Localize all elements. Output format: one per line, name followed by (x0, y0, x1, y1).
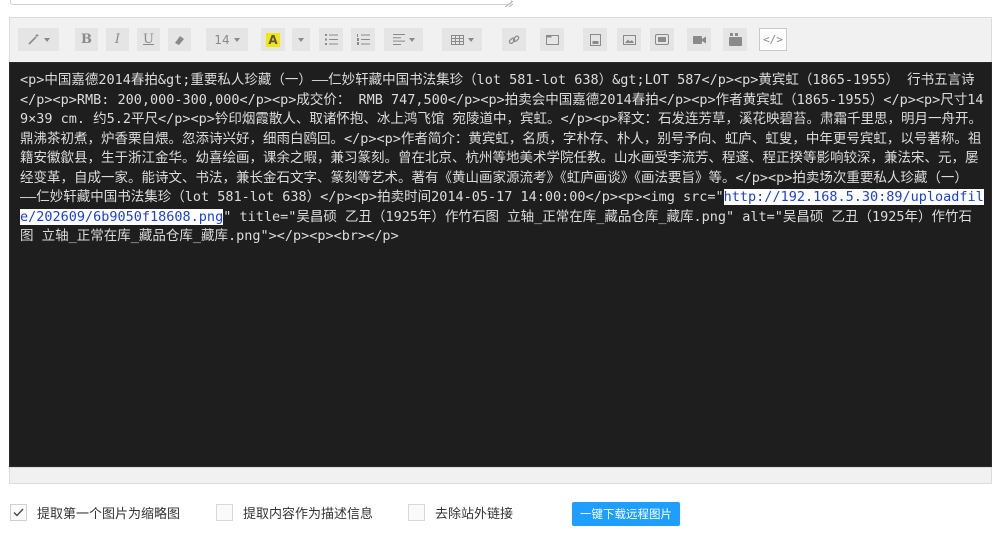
video-icon (692, 35, 706, 44)
media-icon (728, 33, 742, 46)
option-first-image-thumbnail[interactable]: 提取第一个图片为缩略图 (10, 503, 180, 522)
checkbox-checked[interactable] (10, 504, 27, 521)
italic-button[interactable]: I (106, 28, 129, 51)
font-color-button[interactable]: A (261, 28, 285, 51)
gallery-button[interactable] (650, 28, 674, 51)
eraser-icon (175, 35, 184, 45)
frame-button[interactable] (540, 28, 564, 51)
magic-wand-icon (28, 34, 39, 45)
clear-format-button[interactable] (18, 28, 59, 51)
font-color-menu-button[interactable] (292, 28, 310, 51)
chevron-down-icon (44, 37, 50, 42)
bullet-list-icon (324, 34, 338, 45)
media-button[interactable] (723, 28, 747, 51)
bullet-list-button[interactable] (319, 28, 343, 51)
chevron-down-icon (408, 37, 415, 42)
image-icon (622, 34, 636, 45)
bold-button[interactable]: B (75, 28, 98, 51)
editor-toolbar: B I U 14 A </> (9, 17, 992, 62)
align-icon (392, 34, 405, 45)
chevron-down-icon (298, 37, 304, 42)
link-button[interactable] (502, 28, 526, 51)
source-code-button[interactable]: </> (759, 28, 787, 51)
image-button[interactable] (617, 28, 641, 51)
option-label: 提取内容作为描述信息 (243, 507, 374, 522)
option-label: 提取第一个图片为缩略图 (37, 507, 181, 522)
chevron-down-icon (467, 37, 474, 42)
ordered-list-icon (356, 34, 370, 45)
font-size-select[interactable]: 14 (206, 28, 248, 51)
editor-status-bar (9, 467, 992, 484)
option-label: 去除站外链接 (435, 507, 514, 522)
align-select[interactable] (384, 28, 423, 51)
checkbox[interactable] (408, 504, 425, 521)
font-color-icon: A (266, 32, 280, 47)
ordered-list-button[interactable] (351, 28, 375, 51)
check-icon (13, 508, 24, 517)
gallery-icon (655, 34, 669, 45)
file-icon (589, 33, 601, 46)
video-button[interactable] (687, 28, 711, 51)
source-code-text[interactable]: <p>中国嘉德2014春拍&gt;重要私人珍藏（一）——仁妙轩藏中国书法集珍（l… (20, 71, 984, 247)
chevron-down-icon (233, 37, 240, 42)
link-icon (508, 34, 520, 44)
checkbox[interactable] (216, 504, 233, 521)
resize-grip-icon[interactable] (505, 1, 513, 7)
eraser-button[interactable] (168, 28, 191, 51)
option-remove-external-links[interactable]: 去除站外链接 (408, 503, 513, 522)
font-size-value: 14 (214, 32, 230, 47)
frame-icon (545, 34, 559, 45)
table-select[interactable] (442, 28, 482, 51)
previous-field-border (10, 0, 512, 5)
table-icon (450, 34, 464, 45)
upload-file-button[interactable] (583, 28, 607, 51)
source-text-before: <p>中国嘉德2014春拍&gt;重要私人珍藏（一）——仁妙轩藏中国书法集珍（l… (20, 72, 984, 205)
source-code-editor[interactable]: <p>中国嘉德2014春拍&gt;重要私人珍藏（一）——仁妙轩藏中国书法集珍（l… (9, 62, 992, 467)
option-extract-description[interactable]: 提取内容作为描述信息 (216, 503, 373, 522)
download-remote-images-button[interactable]: 一键下载远程图片 (572, 502, 680, 526)
underline-button[interactable]: U (137, 28, 160, 51)
